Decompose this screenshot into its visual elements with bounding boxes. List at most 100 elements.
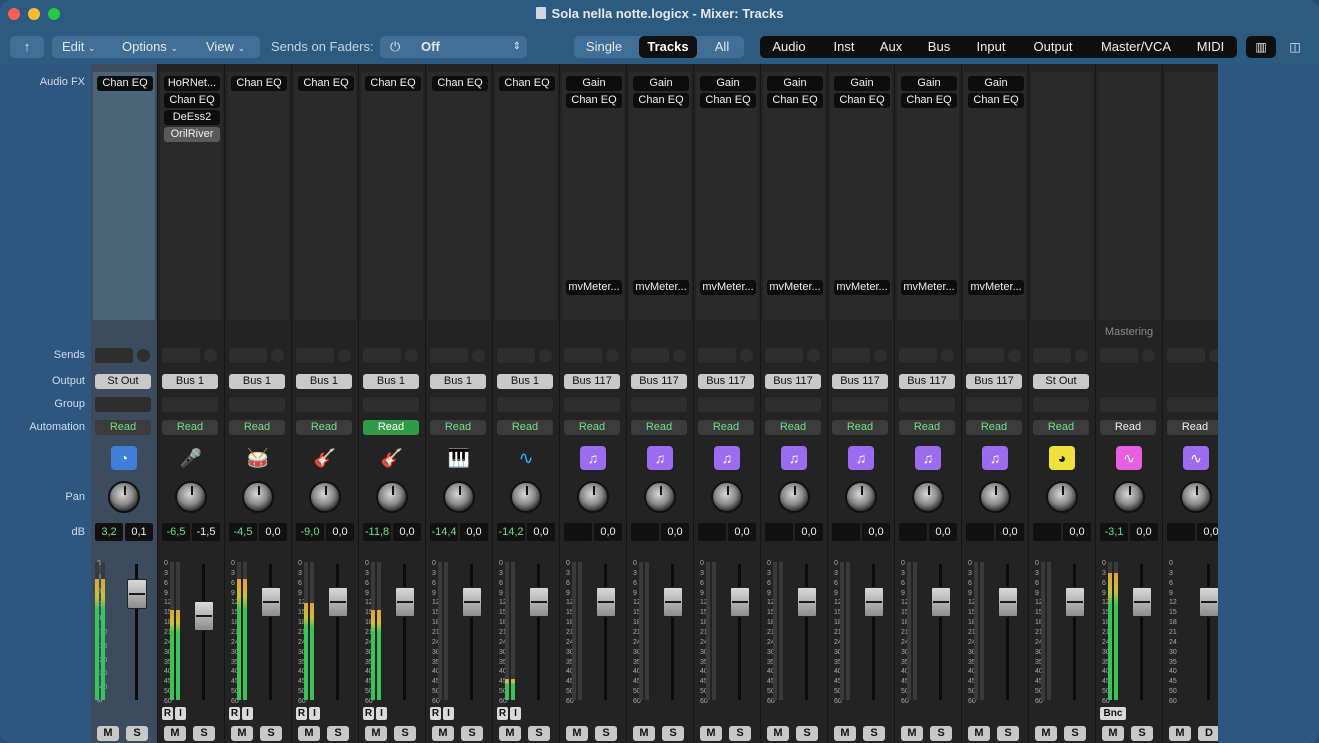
filter-output[interactable]: Output [1018, 36, 1088, 58]
solo-button[interactable]: S [1064, 726, 1086, 741]
plugin-slot[interactable]: Chan EQ [97, 76, 153, 91]
solo-button[interactable]: S [863, 726, 885, 741]
bounce-button[interactable]: Bnc [1100, 707, 1126, 720]
automation-mode-button[interactable]: Read [95, 420, 151, 435]
peak-level-display[interactable]: -14,2 [497, 523, 525, 541]
audio-wave-icon[interactable]: ∿ [513, 446, 539, 470]
peak-level-display[interactable] [966, 523, 994, 541]
send-slot[interactable] [497, 348, 535, 363]
send-knob[interactable] [874, 349, 887, 362]
mode-single[interactable]: Single [574, 36, 634, 58]
automation-mode-button[interactable]: Read [1100, 420, 1156, 435]
audio-fx-slots[interactable]: Chan EQ [428, 72, 490, 320]
volume-value-display[interactable]: 0,0 [728, 523, 756, 541]
narrow-strips-button[interactable]: ▥ [1246, 36, 1276, 58]
audio-fx-slots[interactable] [1098, 72, 1160, 320]
plugin-slot[interactable]: mvMeter... [767, 280, 823, 295]
plugin-slot[interactable]: Gain [767, 76, 823, 91]
peak-level-display[interactable] [698, 523, 726, 541]
mute-button[interactable]: M [633, 726, 655, 741]
plugin-slot[interactable]: mvMeter... [901, 280, 957, 295]
plugin-slot[interactable]: Chan EQ [231, 76, 287, 91]
plugin-slot[interactable]: mvMeter... [834, 280, 890, 295]
peak-level-display[interactable] [832, 523, 860, 541]
view-menu[interactable]: View ⌄ [206, 36, 245, 58]
group-slot[interactable] [1100, 397, 1156, 412]
volume-fader[interactable] [261, 587, 281, 617]
group-slot[interactable] [765, 397, 821, 412]
output-button[interactable]: Bus 1 [296, 374, 352, 389]
peak-level-display[interactable]: -6,5 [162, 523, 190, 541]
send-slot[interactable] [1033, 348, 1071, 363]
input-monitor-button[interactable]: I [175, 707, 186, 720]
volume-fader[interactable] [395, 587, 415, 617]
volume-fader[interactable] [663, 587, 683, 617]
group-slot[interactable] [430, 397, 486, 412]
filter-aux[interactable]: Aux [870, 36, 912, 58]
pan-knob[interactable] [912, 481, 944, 513]
mute-button[interactable]: M [834, 726, 856, 741]
waveform-disc-icon[interactable]: ◔ [111, 446, 137, 470]
plugin-slot[interactable]: Chan EQ [767, 93, 823, 108]
plugin-slot[interactable]: Chan EQ [365, 76, 421, 91]
output-button[interactable]: Bus 117 [765, 374, 821, 389]
send-knob[interactable] [472, 349, 485, 362]
automation-mode-button[interactable]: Read [832, 420, 888, 435]
plugin-slot[interactable]: Chan EQ [499, 76, 555, 91]
volume-fader[interactable] [194, 601, 214, 631]
send-slot[interactable] [698, 348, 736, 363]
automation-mode-button[interactable]: Read [631, 420, 687, 435]
plugin-slot[interactable]: Chan EQ [834, 93, 890, 108]
plugin-slot[interactable]: Chan EQ [298, 76, 354, 91]
input-monitor-button[interactable]: I [242, 707, 253, 720]
filter-inst[interactable]: Inst [820, 36, 868, 58]
volume-value-display[interactable]: 0,0 [1130, 523, 1158, 541]
bass-guitar-icon[interactable]: 🎸 [312, 446, 338, 470]
volume-fader[interactable] [462, 587, 482, 617]
plugin-slot[interactable]: Gain [834, 76, 890, 91]
group-slot[interactable] [698, 397, 754, 412]
solo-button[interactable]: S [528, 726, 550, 741]
peak-level-display[interactable] [1033, 523, 1061, 541]
acoustic-guitar-icon[interactable]: 🎸 [379, 446, 405, 470]
solo-button[interactable]: S [662, 726, 684, 741]
send-knob[interactable] [1142, 349, 1155, 362]
automation-mode-button[interactable]: Read [564, 420, 620, 435]
peak-level-display[interactable]: -11,8 [363, 523, 391, 541]
volume-value-display[interactable]: 0,0 [393, 523, 421, 541]
pan-knob[interactable] [1046, 481, 1078, 513]
audio-fx-slots[interactable]: Chan EQ [227, 72, 289, 320]
pan-knob[interactable] [644, 481, 676, 513]
filter-input[interactable]: Input [966, 36, 1016, 58]
solo-button[interactable]: S [193, 726, 215, 741]
plugin-slot[interactable]: Gain [633, 76, 689, 91]
pan-knob[interactable] [711, 481, 743, 513]
peak-level-display[interactable]: -14,4 [430, 523, 458, 541]
plugin-slot[interactable]: Chan EQ [566, 93, 622, 108]
output-button[interactable]: Bus 117 [899, 374, 955, 389]
solo-button[interactable]: S [595, 726, 617, 741]
volume-value-display[interactable]: 0,0 [661, 523, 689, 541]
volume-value-display[interactable]: 0,1 [125, 523, 153, 541]
stereo-output-icon[interactable]: ∿ [1116, 446, 1142, 470]
pan-knob[interactable] [577, 481, 609, 513]
pan-knob[interactable] [845, 481, 877, 513]
group-slot[interactable] [1167, 397, 1223, 412]
output-button[interactable]: Bus 1 [363, 374, 419, 389]
pan-knob[interactable] [108, 481, 140, 513]
mute-button[interactable]: M [566, 726, 588, 741]
automation-mode-button[interactable]: Read [966, 420, 1022, 435]
mute-button[interactable]: M [164, 726, 186, 741]
audio-fx-slots[interactable]: Gain Chan EQ mvMeter... [897, 72, 959, 320]
send-slot[interactable] [229, 348, 267, 363]
mute-button[interactable]: M [968, 726, 990, 741]
mute-button[interactable]: M [432, 726, 454, 741]
volume-fader[interactable] [529, 587, 549, 617]
midi-output-icon[interactable]: ∿ [1183, 446, 1209, 470]
music-note-icon[interactable]: ♫ [647, 446, 673, 470]
plugin-slot[interactable]: Gain [901, 76, 957, 91]
pan-knob[interactable] [309, 481, 341, 513]
audio-fx-slots[interactable] [1031, 72, 1093, 320]
mute-button[interactable]: M [298, 726, 320, 741]
send-knob[interactable] [807, 349, 820, 362]
